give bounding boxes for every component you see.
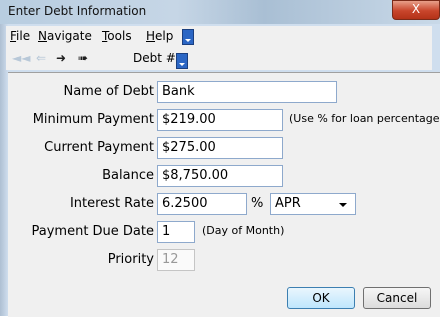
- title-bar[interactable]: Enter Debt Information X: [0, 0, 440, 24]
- menu-bar: File Navigate Tools Help: [6, 26, 432, 46]
- menu-file-label: ile: [16, 29, 31, 43]
- name-of-debt-field[interactable]: Bank: [157, 81, 337, 103]
- menu-help-accel: H: [146, 29, 156, 43]
- payment-due-date-hint: (Day of Month): [202, 224, 285, 237]
- menu-help-label: elp: [155, 29, 174, 43]
- minimum-payment-field[interactable]: $219.00: [157, 109, 283, 131]
- name-of-debt-label: Name of Debt: [63, 84, 154, 99]
- payment-due-date-label: Payment Due Date: [31, 224, 155, 239]
- ok-button[interactable]: OK: [287, 287, 355, 309]
- close-button[interactable]: X: [392, 0, 440, 20]
- interest-rate-unit: %: [251, 196, 264, 211]
- navigation-toolbar: ◄◄ ⇐ ➜ ➠ Debt #1: [6, 46, 432, 70]
- first-icon[interactable]: ◄◄: [12, 52, 30, 64]
- menu-navigate-label: avigate: [46, 29, 92, 43]
- interest-type-select[interactable]: APR: [270, 193, 356, 215]
- last-icon[interactable]: ➠: [78, 52, 88, 64]
- menu-navigate-accel: N: [38, 29, 47, 43]
- current-payment-field[interactable]: $275.00: [157, 137, 283, 159]
- menu-file[interactable]: File: [10, 29, 30, 43]
- balance-label: Balance: [102, 168, 154, 183]
- priority-label: Priority: [107, 252, 154, 267]
- interest-type-value: APR: [275, 196, 301, 211]
- cancel-button[interactable]: Cancel: [363, 287, 431, 309]
- menu-tools-label: ools: [107, 29, 132, 43]
- navbar-overflow-icon[interactable]: [176, 53, 188, 69]
- next-icon[interactable]: ➜: [56, 52, 66, 64]
- priority-field: 12: [157, 249, 195, 271]
- payment-due-date-field[interactable]: 1: [157, 221, 195, 243]
- balance-field[interactable]: $8,750.00: [157, 165, 283, 187]
- menu-help[interactable]: Help: [146, 29, 173, 43]
- menu-navigate[interactable]: Navigate: [38, 29, 92, 43]
- menu-tools[interactable]: Tools: [102, 29, 132, 43]
- chevron-down-icon: [339, 203, 347, 207]
- toolbar-overflow-icon[interactable]: [182, 29, 194, 45]
- interest-rate-label: Interest Rate: [69, 196, 154, 211]
- minimum-payment-label: Minimum Payment: [32, 112, 154, 127]
- current-payment-label: Current Payment: [44, 140, 154, 155]
- minimum-payment-hint: (Use % for loan percentage): [289, 112, 440, 125]
- window-title: Enter Debt Information: [8, 4, 147, 18]
- interest-rate-field[interactable]: 6.2500: [157, 193, 247, 215]
- prev-icon[interactable]: ⇐: [36, 52, 46, 64]
